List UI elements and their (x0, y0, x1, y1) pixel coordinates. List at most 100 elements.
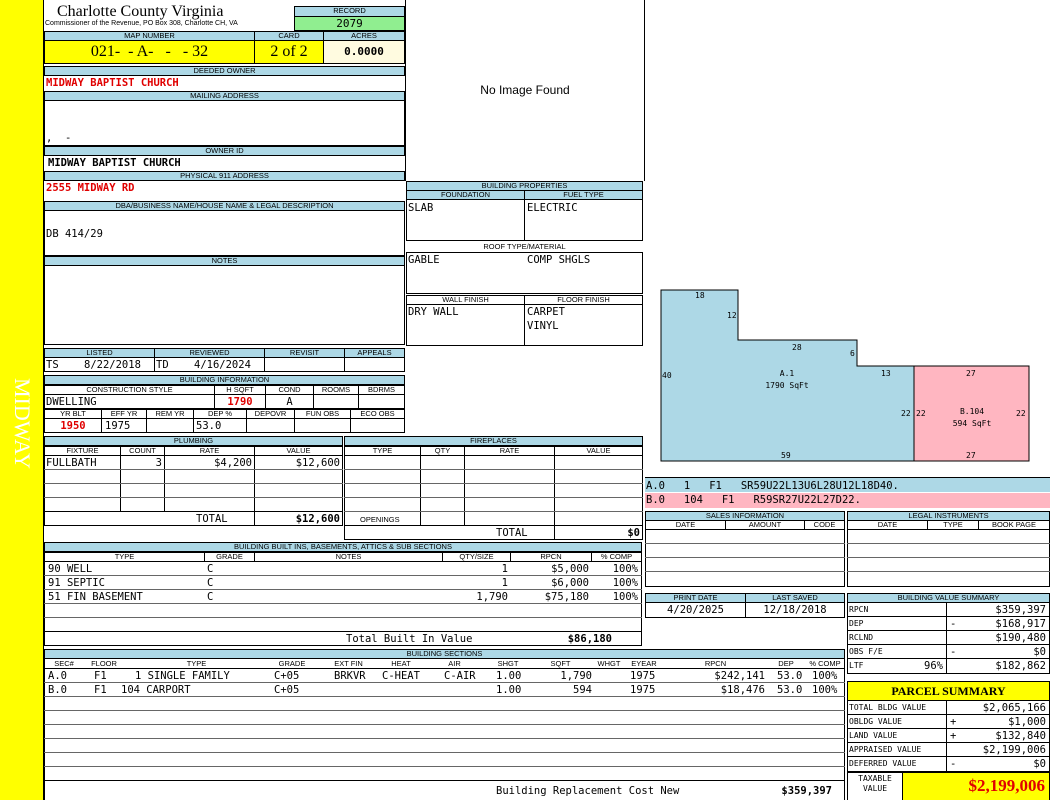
sections-sec: B.0 (48, 684, 67, 696)
sections-h-comp: % COMP (809, 659, 841, 668)
sections-grade: C+05 (274, 684, 300, 696)
value-summary-label: LTF (849, 661, 864, 670)
last-saved: 12/18/2018 (763, 604, 827, 616)
map-number: 021- - A- - - 32 (44, 40, 255, 64)
sketch-b-area: 594 SqFt (952, 419, 992, 428)
construction-style: DWELLING (46, 396, 97, 408)
sketch-a-label: A.1 (779, 369, 795, 378)
roof-material: COMP SHGLS (527, 254, 591, 266)
cond-value: A (286, 396, 293, 408)
sections-h-air: AIR (448, 659, 461, 668)
sketch-a-area: 1790 SqFt (765, 381, 809, 390)
mailing-address-line: , - (46, 132, 72, 144)
builtins-total: $86,180 (567, 633, 612, 645)
dim-22-a: 22 (901, 409, 911, 418)
yrblt-value: 1950 (60, 420, 86, 432)
builtins-type: 90 WELL (48, 563, 93, 575)
sections-air: C-AIR (444, 670, 476, 682)
sections-comp: 100% (812, 670, 838, 682)
sections-h-dep: DEP (778, 659, 794, 668)
sketch-b-label: B.104 (959, 407, 985, 416)
no-image-text: No Image Found (480, 83, 570, 97)
builtins-grade: C (207, 591, 214, 603)
sections-extfin: BRKVR (334, 670, 366, 682)
sketch-code-b: B.0 104 F1 R59SR27U22L27D22. (646, 494, 861, 506)
parcel-summary-value: $2,199,006 (982, 744, 1046, 756)
sections-shgt: 1.00 (496, 670, 522, 682)
plumbing-title: PLUMBING (44, 436, 343, 446)
parcel-summary-title: PARCEL SUMMARY (847, 681, 1050, 701)
dim-18: 18 (695, 291, 705, 300)
sections-h-heat: HEAT (391, 659, 411, 668)
parcel-summary-value: $1,000 (1008, 716, 1046, 728)
sections-h-type: TYPE (186, 659, 207, 668)
value-summary-value: $190,480 (995, 632, 1046, 644)
county-subtitle: Commissioner of the Revenue, PO Box 308,… (45, 20, 238, 27)
sections-floor: F1 (94, 670, 107, 682)
sales-grid (645, 529, 845, 587)
card-value: 2 of 2 (254, 40, 324, 64)
value-summary-value: $359,397 (995, 604, 1046, 616)
sections-h-sec: SEC# (54, 659, 74, 668)
fireplaces-total-label: TOTAL (496, 527, 528, 539)
builtins-title: BUILDING BUILT INS, BASEMENTS, ATTICS & … (44, 542, 642, 552)
sections-rpcn: $18,476 (720, 684, 765, 696)
sections-type: 104 CARPORT (121, 684, 191, 696)
fireplaces-total: $0 (627, 527, 640, 539)
sections-total: $359,397 (781, 785, 832, 797)
sections-eyear: 1975 (630, 670, 656, 682)
sections-sqft: 594 (573, 684, 592, 696)
parcel-summary-label: TOTAL BLDG VALUE (849, 703, 927, 712)
sections-h-shgt: SHGT (497, 659, 519, 668)
builtins-qty: 1,790 (476, 591, 508, 603)
parcel-summary-value: $132,840 (995, 730, 1046, 742)
parcel-summary-value: $2,065,166 (982, 702, 1046, 714)
fireplaces-openings-label: OPENINGS (360, 515, 400, 524)
sections-h-whgt: WHGT (597, 659, 621, 668)
side-label: MIDWAY (9, 378, 35, 469)
acres-value: 0.0000 (323, 40, 405, 64)
parcel-summary-label: LAND VALUE (849, 731, 898, 740)
plumbing-total: $12,600 (295, 513, 340, 525)
plumbing-count: 3 (155, 457, 162, 469)
sections-floor: F1 (94, 684, 107, 696)
sections-sqft: 1,790 (560, 670, 592, 682)
dim-6: 6 (850, 349, 855, 358)
taxable-label-2: VALUE (862, 784, 888, 793)
builtins-rpcn: $5,000 (551, 563, 589, 575)
dim-22-b: 22 (916, 409, 926, 418)
builtins-type: 91 SEPTIC (48, 577, 105, 589)
value-summary-op: 96% (924, 660, 943, 672)
plumbing-fixture: FULLBATH (46, 457, 97, 469)
wall-value: DRY WALL (408, 306, 459, 318)
value-summary-value: $0 (1033, 646, 1046, 658)
dim-28: 28 (792, 343, 802, 352)
builtins-rpcn: $75,180 (544, 591, 589, 603)
dim-59: 59 (781, 451, 791, 460)
deeded-owner-label: DEEDED OWNER (44, 66, 405, 76)
sections-h-extfin: EXT FIN (334, 659, 363, 668)
builtins-type: 51 FIN BASEMENT (48, 591, 143, 603)
builtins-grade: C (207, 563, 214, 575)
value-summary-label: RCLND (849, 633, 874, 642)
dba-value: DB 414/29 (46, 228, 103, 240)
mailing-address-box (44, 100, 405, 146)
value-summary-value: $168,917 (995, 618, 1046, 630)
dim-27-b: 27 (966, 451, 976, 460)
dim-27-a: 27 (966, 369, 976, 378)
sections-heat: C-HEAT (382, 670, 420, 682)
sections-h-sqft: SQFT (550, 659, 571, 668)
reviewed-date: 4/16/2024 (194, 359, 251, 371)
sections-eyear: 1975 (630, 684, 656, 696)
foundation-value: SLAB (408, 202, 434, 214)
fuel-value: ELECTRIC (527, 202, 578, 214)
dim-40: 40 (662, 371, 672, 380)
builtins-grade: C (207, 577, 214, 589)
sections-dep: 53.0 (777, 670, 803, 682)
owner-id-label: OWNER ID (44, 146, 405, 156)
physical-address-label: PHYSICAL 911 ADDRESS (44, 171, 405, 181)
builtins-comp: 100% (612, 577, 638, 589)
sections-h-eyear: EYEAR (631, 659, 657, 668)
roof-cell (406, 252, 643, 294)
sections-total-label: Building Replacement Cost New (496, 785, 680, 797)
